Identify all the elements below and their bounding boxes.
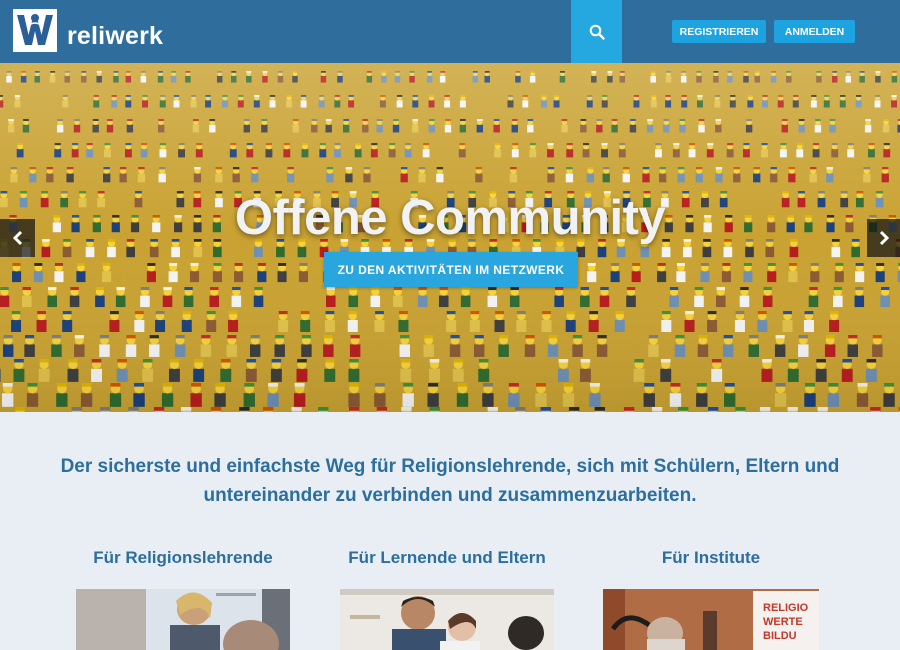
hero-title: Offene Community: [234, 191, 666, 245]
intro-text: Der sicherste und einfachste Weg für Rel…: [60, 456, 840, 506]
search-button[interactable]: [571, 0, 622, 63]
teachers-image[interactable]: [76, 589, 290, 650]
login-button[interactable]: ANMELDEN: [774, 20, 855, 43]
top-navbar: reliwerk REGISTRIEREN ANMELDEN: [0, 0, 900, 63]
audience-title-learners-parents[interactable]: Für Lernende und Eltern: [332, 548, 562, 568]
learners-photo: [340, 589, 554, 650]
institutes-photo: RELIGIO WERTE BILDU: [603, 589, 819, 650]
svg-text:WERTE: WERTE: [763, 616, 803, 628]
svg-text:BILDU: BILDU: [763, 630, 797, 642]
reliwerk-logo[interactable]: [13, 9, 57, 52]
chevron-right-icon: [879, 230, 889, 246]
hero-carousel: Offene Community ZU DEN AKTIVITÄTEN IM N…: [0, 63, 900, 412]
audience-title-teachers[interactable]: Für Religionslehrende: [68, 548, 298, 568]
network-activities-button[interactable]: ZU DEN AKTIVITÄTEN IM NETZWERK: [324, 252, 578, 287]
carousel-next-button[interactable]: [867, 219, 900, 257]
institute-sign-text: RELIGIO: [763, 602, 809, 614]
search-icon: [589, 24, 605, 40]
brand-name[interactable]: reliwerk: [67, 22, 163, 51]
register-button[interactable]: REGISTRIEREN: [672, 20, 766, 43]
teacher-photo: [76, 589, 290, 650]
chevron-left-icon: [12, 230, 22, 246]
carousel-prev-button[interactable]: [0, 219, 35, 257]
logo-mark-icon: [13, 9, 57, 52]
learners-parents-image[interactable]: [340, 589, 554, 650]
institutes-image[interactable]: RELIGIO WERTE BILDU: [603, 589, 819, 650]
audience-title-institutes[interactable]: Für Institute: [596, 548, 826, 568]
